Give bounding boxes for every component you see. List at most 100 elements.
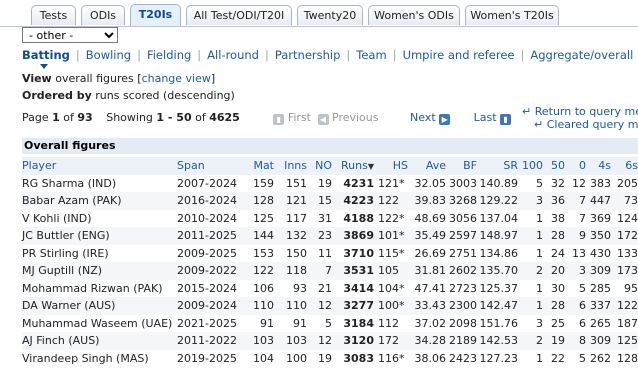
- tab-all-formats[interactable]: All Test/ODI/T20I: [186, 5, 292, 25]
- cell-100s: 5: [536, 176, 543, 190]
- cell-no: 7: [325, 264, 332, 278]
- cell-4s: 337: [590, 299, 611, 313]
- subnav-umpire-referee[interactable]: Umpire and referee: [403, 48, 515, 62]
- col-header-no[interactable]: NO: [307, 157, 332, 175]
- cell-runs: 4188: [343, 211, 374, 225]
- subnav-partnership[interactable]: Partnership: [275, 48, 341, 62]
- subnav-batting[interactable]: Batting: [22, 48, 70, 62]
- cell-inns: 118: [286, 264, 307, 278]
- other-filter-select[interactable]: - other -: [22, 27, 118, 43]
- col-header-0[interactable]: 0: [565, 157, 586, 175]
- cell-6s: 125: [617, 334, 638, 348]
- cell-no: 12: [318, 299, 332, 313]
- cleared-query-menu-link[interactable]: Cleared query menu: [547, 118, 638, 131]
- tab-t20is[interactable]: T20Is: [130, 4, 181, 26]
- col-header-inns[interactable]: Inns: [274, 157, 307, 175]
- cell-no: 12: [318, 334, 332, 348]
- cell-100s: 2: [536, 334, 543, 348]
- cell-runs: 3710: [343, 246, 374, 260]
- tab-twenty20[interactable]: Twenty20: [297, 5, 363, 25]
- col-header-span[interactable]: Span: [177, 157, 241, 175]
- cell-runs: 4231: [343, 176, 374, 190]
- table-row: MJ Guptill (NZ) 2009-2022 122 118 7 3531 105 31…: [22, 262, 638, 280]
- cell-ave: 32.05: [414, 176, 447, 190]
- col-header-hs[interactable]: HS: [374, 157, 408, 175]
- player-link[interactable]: Babar Azam (PAK): [22, 192, 177, 210]
- cell-runs: 3869: [343, 229, 374, 243]
- subnav-divider: |: [264, 48, 269, 62]
- col-header-runs[interactable]: Runs▼: [332, 157, 374, 175]
- stat-type-nav: Batting | Bowling | Fielding | All-round | Partn…: [22, 48, 633, 62]
- col-header-50[interactable]: 50: [543, 157, 565, 175]
- subnav-fielding[interactable]: Fielding: [147, 48, 191, 62]
- cell-ave: 35.49: [414, 229, 447, 243]
- cell-runs: 3277: [343, 299, 374, 313]
- player-link[interactable]: Muhammad Waseem (UAE): [22, 315, 177, 333]
- cell-ave: 31.81: [414, 264, 447, 278]
- runs-header-label: Runs: [341, 159, 368, 173]
- cell-mat: 110: [253, 299, 274, 313]
- subnav-divider: |: [75, 48, 80, 62]
- cell-50s: 38: [551, 211, 565, 225]
- col-header-100[interactable]: 100: [518, 157, 543, 175]
- last-page-icon[interactable]: ▮: [500, 114, 512, 125]
- cell-50s: 20: [551, 264, 565, 278]
- cell-bf: 2300: [449, 299, 477, 313]
- col-header-mat[interactable]: Mat: [241, 157, 274, 175]
- subnav-bowling[interactable]: Bowling: [86, 48, 131, 62]
- player-link[interactable]: RG Sharma (IND): [22, 175, 177, 193]
- cell-no: 5: [325, 316, 332, 330]
- cell-span: 2016-2024: [177, 194, 237, 208]
- tab-odis[interactable]: ODIs: [81, 5, 125, 25]
- cell-50s: 36: [551, 194, 565, 208]
- tab-tests[interactable]: Tests: [31, 5, 76, 25]
- cell-runs: 3531: [343, 264, 374, 278]
- cell-4s: 265: [590, 316, 611, 330]
- cell-ducks: 3: [579, 264, 586, 278]
- player-link[interactable]: DA Warner (AUS): [22, 297, 177, 315]
- cell-hs: 112: [378, 316, 399, 330]
- subnav-all-round[interactable]: All-round: [207, 48, 259, 62]
- player-link[interactable]: V Kohli (IND): [22, 210, 177, 228]
- change-view-link[interactable]: change view: [142, 72, 211, 85]
- return-query-menu[interactable]: ↵ Return to query menu: [522, 105, 638, 118]
- player-link[interactable]: MJ Guptill (NZ): [22, 262, 177, 280]
- next-page-icon[interactable]: ▶: [439, 114, 451, 125]
- next-page-link[interactable]: Next: [410, 111, 436, 124]
- cell-inns: 103: [286, 334, 307, 348]
- subnav-team[interactable]: Team: [356, 48, 386, 62]
- player-link[interactable]: JC Buttler (ENG): [22, 227, 177, 245]
- return-query-menu-link[interactable]: Return to query menu: [535, 105, 638, 118]
- cell-mat: 106: [253, 281, 274, 295]
- player-link[interactable]: PR Stirling (IRE): [22, 245, 177, 263]
- table-row: DA Warner (AUS) 2009-2024 110 110 12 3277 100*…: [22, 297, 638, 315]
- format-tabs: Tests ODIs T20Is All Test/ODI/T20I Twent…: [0, 0, 638, 27]
- cell-hs: 172: [378, 334, 399, 348]
- cell-inns: 93: [293, 281, 307, 295]
- cell-runs: 3083: [343, 351, 374, 365]
- ordered-label: Ordered by: [22, 89, 92, 102]
- col-header-player[interactable]: Player: [22, 157, 177, 175]
- player-link[interactable]: Virandeep Singh (MAS): [22, 350, 177, 368]
- cell-6s: 73: [624, 194, 638, 208]
- player-link[interactable]: Mohammad Rizwan (PAK): [22, 280, 177, 298]
- cleared-query-menu[interactable]: ↵ Cleared query menu: [534, 118, 638, 131]
- tab-womens-t20is[interactable]: Women's T20Is: [465, 5, 559, 25]
- subnav-aggregate-overall[interactable]: Aggregate/overall: [530, 48, 633, 62]
- col-header-bf[interactable]: BF: [446, 157, 477, 175]
- subnav-divider: |: [346, 48, 351, 62]
- tab-womens-odis[interactable]: Women's ODIs: [368, 5, 460, 25]
- cell-6s: 173: [617, 264, 638, 278]
- cell-6s: 124: [617, 211, 638, 225]
- cell-100s: 1: [536, 211, 543, 225]
- cell-span: 2009-2022: [177, 264, 237, 278]
- col-header-4s[interactable]: 4s: [586, 157, 611, 175]
- col-header-ave[interactable]: Ave: [408, 157, 446, 175]
- col-header-sr[interactable]: SR: [477, 157, 518, 175]
- player-link[interactable]: AJ Finch (AUS): [22, 332, 177, 350]
- col-header-6s[interactable]: 6s: [611, 157, 638, 175]
- cell-inns: 100: [286, 351, 307, 365]
- cell-runs: 3184: [343, 316, 374, 330]
- cell-6s: 172: [617, 229, 638, 243]
- last-page-link[interactable]: Last: [474, 111, 497, 124]
